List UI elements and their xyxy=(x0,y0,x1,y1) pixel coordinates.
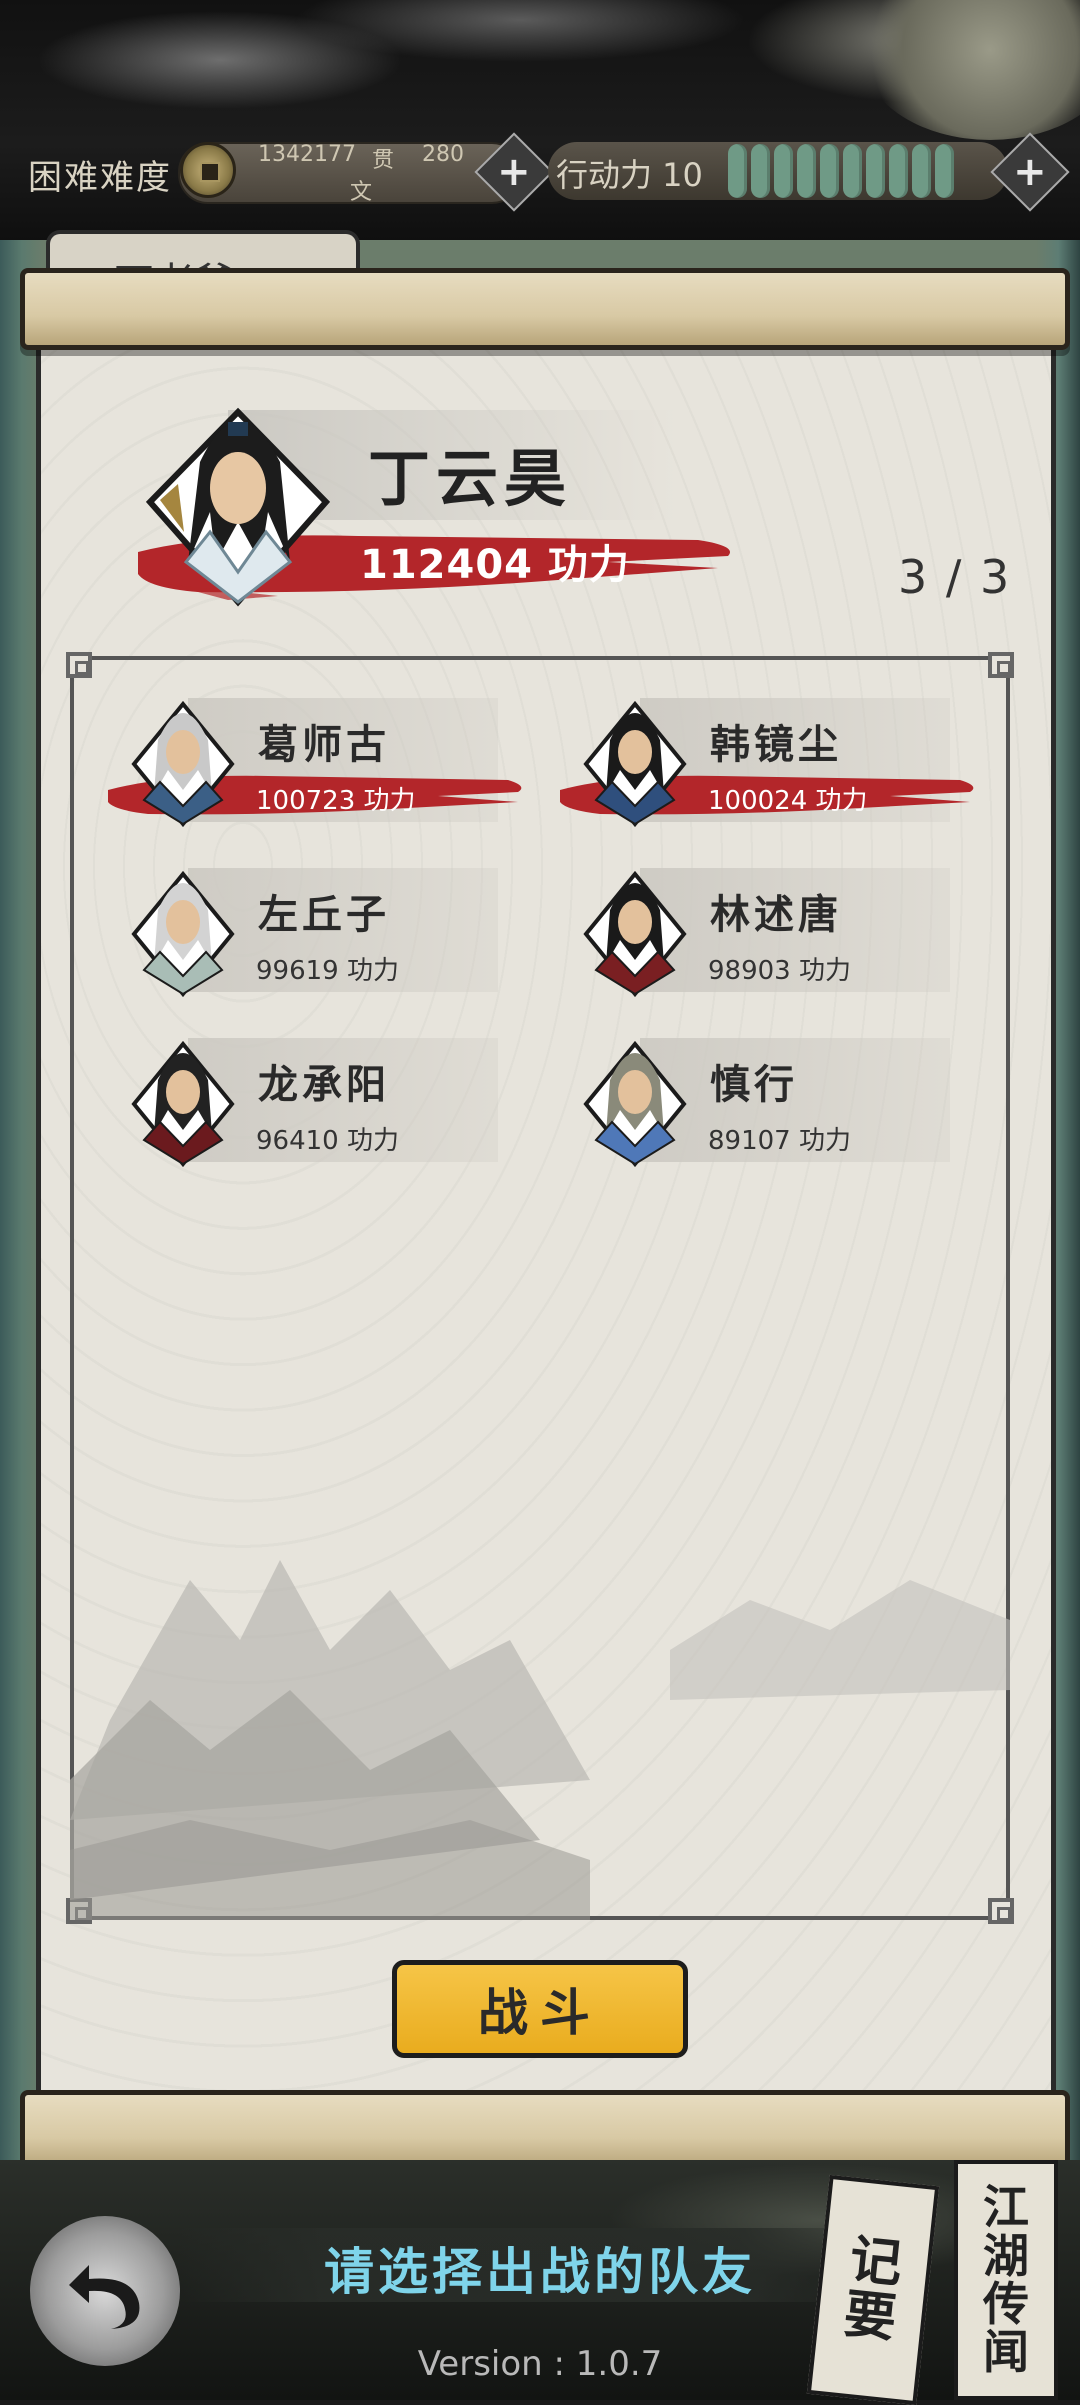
notes-char: 要 xyxy=(841,2283,900,2350)
companion-portrait xyxy=(131,1040,235,1168)
copper-coin-icon xyxy=(180,142,236,198)
frame-corner xyxy=(988,652,1014,678)
leader-portrait[interactable] xyxy=(140,392,336,612)
leader-power: 112404 功力 xyxy=(360,542,630,588)
action-points-bar xyxy=(728,144,954,198)
companion-power: 89107 功力 xyxy=(708,1126,851,1156)
selection-count: 3 / 3 xyxy=(898,550,1012,604)
action-point-pip xyxy=(797,144,816,198)
scroll-top-rod xyxy=(20,268,1070,350)
plus-icon: + xyxy=(1013,148,1047,195)
action-point-pip xyxy=(912,144,931,198)
action-point-pip xyxy=(843,144,862,198)
companion-card[interactable]: 韩镜尘 100024 功力 xyxy=(560,690,980,830)
action-point-pip xyxy=(774,144,793,198)
plus-icon: + xyxy=(497,148,531,195)
companion-card[interactable]: 龙承阳 96410 功力 xyxy=(108,1030,528,1170)
companion-portrait xyxy=(583,700,687,828)
companion-portrait xyxy=(131,700,235,828)
companion-portrait xyxy=(583,1040,687,1168)
action-point-pip xyxy=(751,144,770,198)
action-point-pip xyxy=(866,144,885,198)
action-point-pip xyxy=(820,144,839,198)
frame-corner xyxy=(66,652,92,678)
companion-card[interactable]: 林述唐 98903 功力 xyxy=(560,860,980,1000)
ink-mountains-illustration xyxy=(70,1560,1010,1920)
companion-portrait xyxy=(131,870,235,998)
coin-amount: 1342177 xyxy=(258,142,356,167)
battle-button[interactable]: 战斗 xyxy=(392,1960,688,2058)
companion-card[interactable]: 葛师古 100723 功力 xyxy=(108,690,528,830)
companion-power: 100024 功力 xyxy=(708,786,868,816)
companion-card[interactable]: 慎行 89107 功力 xyxy=(560,1030,980,1170)
action-point-pip xyxy=(935,144,954,198)
companion-power: 99619 功力 xyxy=(256,956,399,986)
rumors-char: 传 xyxy=(983,2277,1029,2331)
companion-name: 葛师古 xyxy=(258,721,390,768)
action-point-pip xyxy=(889,144,908,198)
companion-portrait xyxy=(583,870,687,998)
action-points-label: 行动力 10 xyxy=(556,156,703,194)
companion-name: 慎行 xyxy=(710,1061,798,1108)
companion-card[interactable]: 左丘子 99619 功力 xyxy=(108,860,528,1000)
difficulty-label: 困难难度 xyxy=(28,158,172,198)
rumors-char: 湖 xyxy=(983,2228,1029,2283)
guan-value: 280 xyxy=(422,142,464,167)
rumors-char: 江 xyxy=(983,2180,1029,2235)
companion-power: 100723 功力 xyxy=(256,786,416,816)
action-point-pip xyxy=(728,144,747,198)
guan-label: 贯 xyxy=(372,148,395,173)
header-sky xyxy=(0,0,1080,240)
moon xyxy=(860,0,1080,140)
companion-power: 98903 功力 xyxy=(708,956,851,986)
companion-name: 龙承阳 xyxy=(258,1061,390,1108)
companion-name: 林述唐 xyxy=(710,891,842,938)
companion-power: 96410 功力 xyxy=(256,1126,399,1156)
companion-name: 左丘子 xyxy=(258,891,390,938)
coin-unit: 文 xyxy=(350,180,373,205)
version-label: Version : 1.0.7 xyxy=(417,2344,663,2384)
companion-name: 韩镜尘 xyxy=(710,721,842,768)
leader-name: 丁云昊 xyxy=(368,442,573,515)
